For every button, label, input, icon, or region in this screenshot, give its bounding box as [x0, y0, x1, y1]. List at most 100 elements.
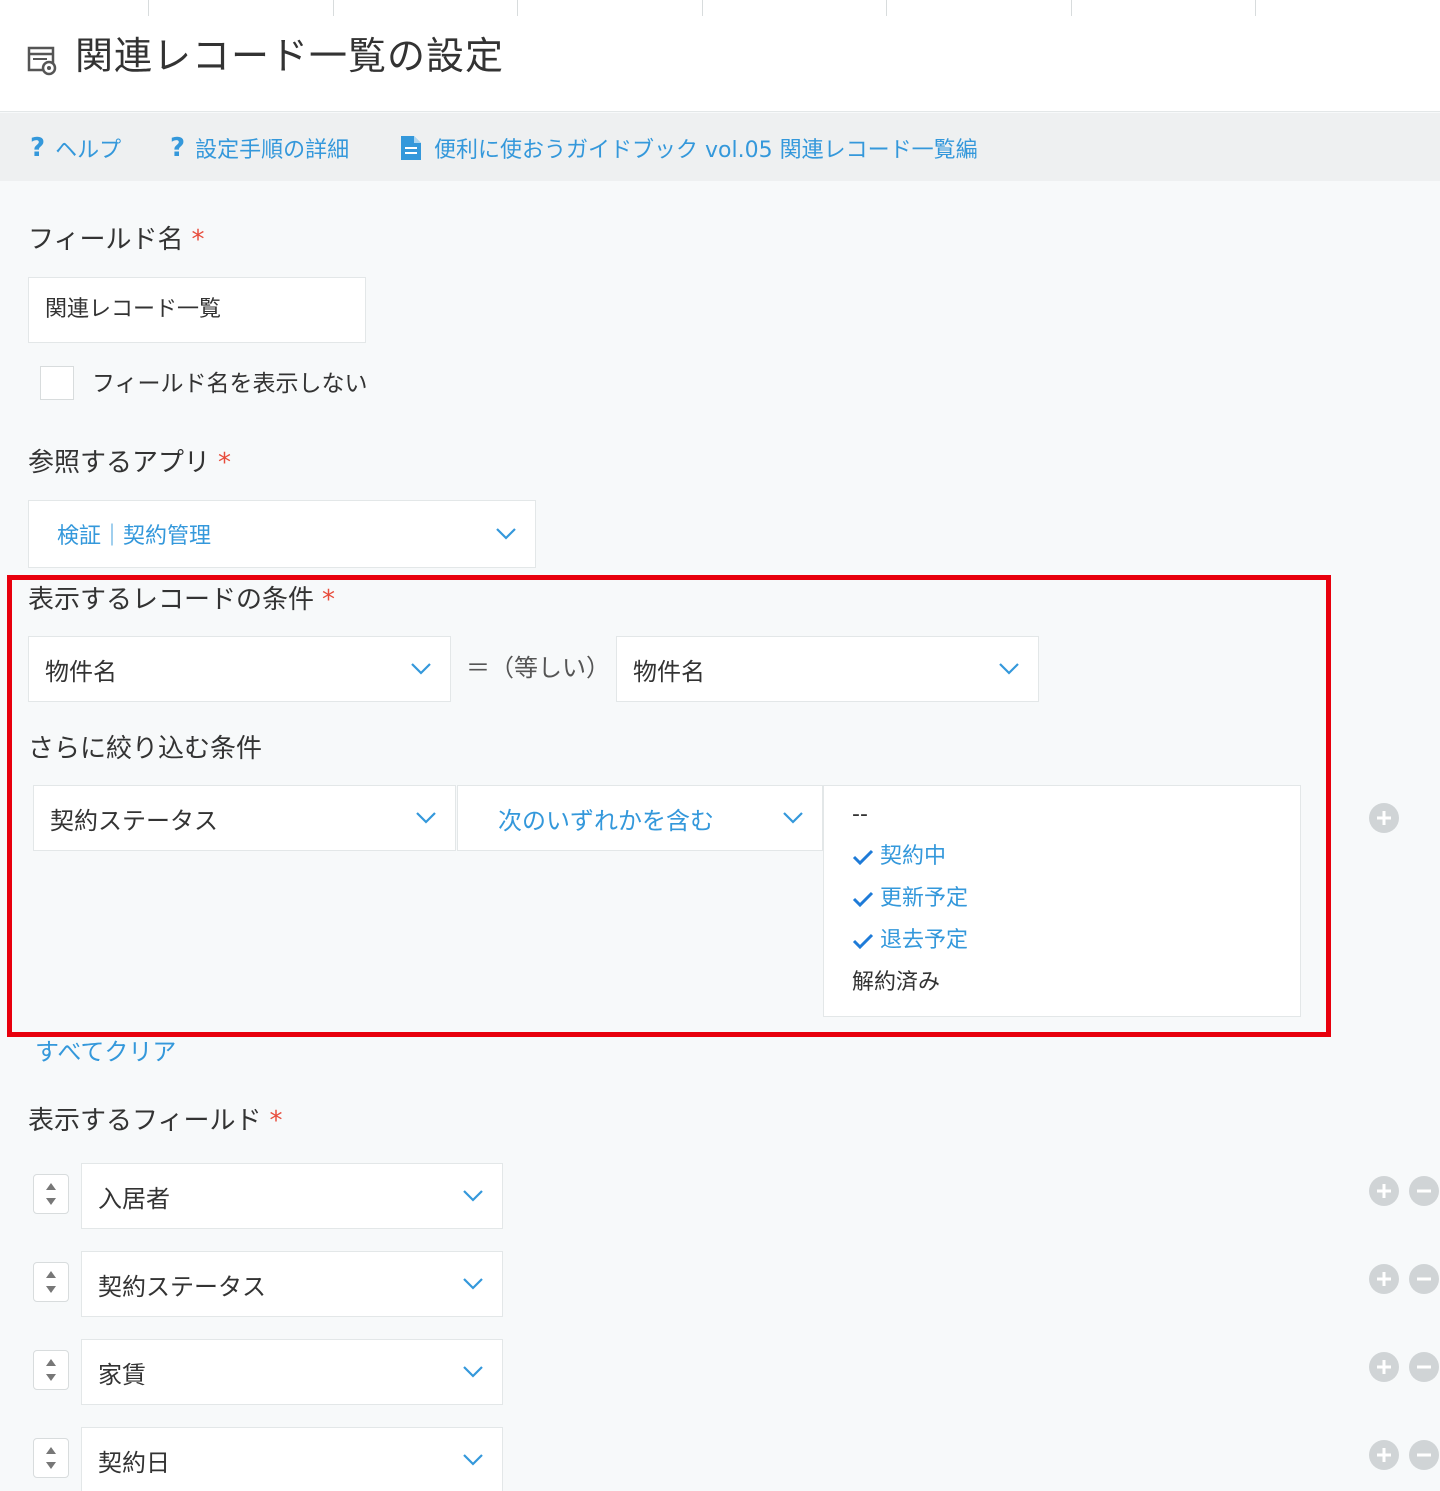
page-header: 関連レコード一覧の設定	[0, 0, 1440, 112]
chevron-down-icon	[411, 663, 431, 675]
filter-option[interactable]: 解約済み	[824, 962, 1300, 1004]
hide-field-name-checkbox[interactable]	[40, 366, 74, 400]
filter-option[interactable]: --	[824, 794, 1300, 836]
ref-app-label: 参照するアプリ *	[28, 445, 231, 481]
chevron-down-icon	[999, 663, 1019, 675]
check-icon	[852, 891, 874, 908]
sort-handle[interactable]	[33, 1174, 69, 1214]
chevron-down-icon	[463, 1454, 483, 1466]
filter-option[interactable]: 更新予定	[824, 878, 1300, 920]
clear-all-link[interactable]: すべてクリア	[35, 1034, 176, 1070]
minus-icon	[1417, 1189, 1431, 1193]
display-field-value: 契約日	[98, 1448, 170, 1477]
filter-label: さらに絞り込む条件	[28, 734, 263, 764]
display-field-value: 入居者	[98, 1184, 170, 1213]
sort-handle[interactable]	[33, 1350, 69, 1390]
filter-values-multiselect[interactable]: -- 契約中 更新予定 退去予定 解約済み	[823, 785, 1301, 1017]
plus-icon	[1377, 811, 1391, 825]
display-field-select[interactable]: 入居者	[81, 1163, 503, 1229]
add-field-button[interactable]	[1369, 1176, 1399, 1206]
required-mark: *	[322, 585, 336, 615]
tab-divider	[517, 0, 518, 16]
sort-arrows-icon	[46, 1183, 56, 1205]
field-name-label-text: フィールド名	[28, 225, 184, 255]
plus-icon	[1377, 1448, 1391, 1462]
remove-field-button[interactable]	[1409, 1440, 1439, 1470]
sort-arrows-icon	[46, 1359, 56, 1381]
condition-label-text: 表示するレコードの条件	[28, 585, 315, 615]
display-fields-label-text: 表示するフィールド	[28, 1106, 262, 1136]
question-icon: ?	[170, 133, 186, 163]
field-name-input[interactable]: 関連レコード一覧	[28, 277, 366, 343]
sort-arrows-icon	[46, 1447, 56, 1469]
condition-right-field-select[interactable]: 物件名	[616, 636, 1039, 702]
chevron-down-icon	[463, 1278, 483, 1290]
filter-option-label: 更新予定	[880, 886, 969, 911]
related-records-icon	[27, 46, 57, 76]
guidebook-label: 便利に使おうガイドブック vol.05 関連レコード一覧編	[434, 138, 978, 163]
plus-icon	[1377, 1360, 1391, 1374]
remove-field-button[interactable]	[1409, 1264, 1439, 1294]
add-field-button[interactable]	[1369, 1440, 1399, 1470]
display-field-value: 家賃	[98, 1360, 146, 1389]
filter-operator-select[interactable]: 次のいずれかを含む	[457, 785, 823, 851]
help-link-label: ヘルプ	[55, 138, 122, 163]
question-icon: ?	[30, 133, 46, 163]
filter-option-label: 解約済み	[852, 970, 941, 995]
display-field-select[interactable]: 家賃	[81, 1339, 503, 1405]
help-link[interactable]: ? ヘルプ	[30, 131, 121, 165]
remove-field-button[interactable]	[1409, 1352, 1439, 1382]
ref-app-select[interactable]: 検証｜契約管理	[28, 500, 536, 568]
display-field-select[interactable]: 契約ステータス	[81, 1251, 503, 1317]
chevron-down-icon	[496, 528, 516, 540]
filter-option-label: --	[852, 802, 868, 827]
filter-option[interactable]: 退去予定	[824, 920, 1300, 962]
setup-steps-link[interactable]: ? 設定手順の詳細	[170, 131, 349, 165]
tab-divider	[1255, 0, 1256, 16]
display-fields-label: 表示するフィールド *	[28, 1103, 282, 1139]
display-field-select[interactable]: 契約日	[81, 1427, 503, 1491]
remove-field-button[interactable]	[1409, 1176, 1439, 1206]
check-icon	[852, 849, 874, 866]
document-icon	[401, 136, 421, 160]
check-icon	[852, 933, 874, 950]
page-title: 関連レコード一覧の設定	[75, 34, 505, 78]
minus-icon	[1417, 1365, 1431, 1369]
filter-field-select[interactable]: 契約ステータス	[33, 785, 456, 851]
tab-divider	[148, 0, 149, 16]
condition-right-field-value: 物件名	[633, 657, 705, 686]
chevron-down-icon	[463, 1366, 483, 1378]
chevron-down-icon	[416, 812, 436, 824]
condition-left-field-value: 物件名	[45, 657, 117, 686]
filter-operator-value: 次のいずれかを含む	[498, 806, 714, 835]
tab-divider	[333, 0, 334, 16]
guidebook-link[interactable]: 便利に使おうガイドブック vol.05 関連レコード一覧編	[400, 131, 978, 165]
minus-icon	[1417, 1453, 1431, 1457]
sort-handle[interactable]	[33, 1262, 69, 1302]
filter-option[interactable]: 契約中	[824, 836, 1300, 878]
required-mark: *	[191, 225, 205, 255]
condition-operator: ＝（等しい）	[466, 654, 610, 682]
setup-steps-label: 設定手順の詳細	[195, 138, 350, 163]
plus-icon	[1377, 1272, 1391, 1286]
add-field-button[interactable]	[1369, 1352, 1399, 1382]
field-name-value: 関連レコード一覧	[45, 297, 222, 322]
sort-handle[interactable]	[33, 1438, 69, 1478]
display-field-value: 契約ステータス	[98, 1272, 266, 1301]
required-mark: *	[269, 1106, 283, 1136]
condition-left-field-select[interactable]: 物件名	[28, 636, 451, 702]
filter-option-label: 退去予定	[880, 928, 969, 953]
filter-field-value: 契約ステータス	[50, 806, 218, 835]
ref-app-label-text: 参照するアプリ	[28, 448, 211, 478]
field-name-label: フィールド名 *	[28, 222, 204, 258]
hide-field-name-label: フィールド名を表示しない	[92, 371, 368, 397]
add-filter-button[interactable]	[1369, 803, 1399, 833]
chevron-down-icon	[463, 1190, 483, 1202]
minus-icon	[1417, 1277, 1431, 1281]
required-mark: *	[218, 448, 232, 478]
tab-divider	[702, 0, 703, 16]
tab-divider	[1071, 0, 1072, 16]
filter-option-label: 契約中	[880, 844, 947, 869]
ref-app-value: 検証｜契約管理	[57, 524, 212, 549]
add-field-button[interactable]	[1369, 1264, 1399, 1294]
